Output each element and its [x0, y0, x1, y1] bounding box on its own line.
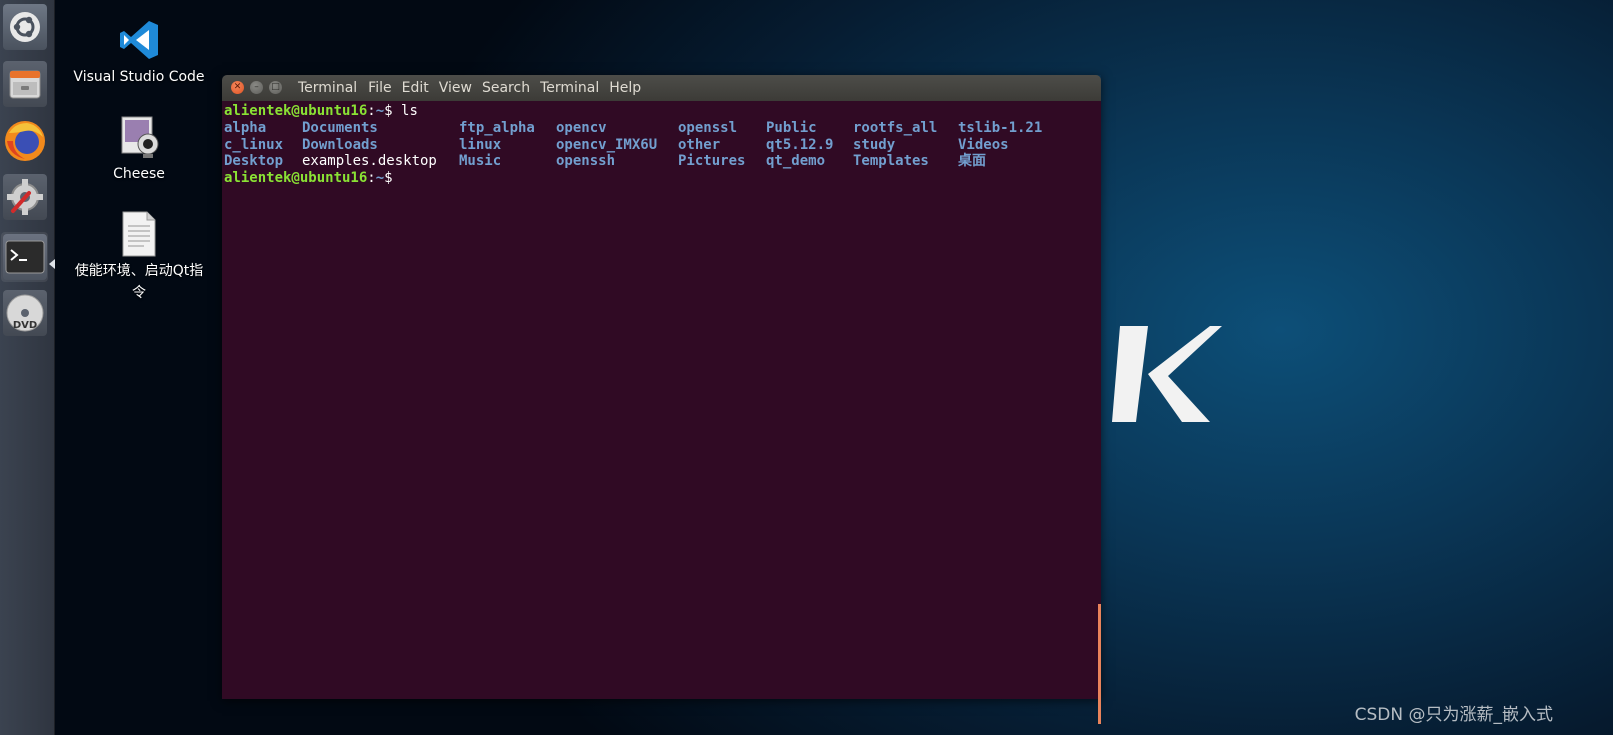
list-item: opencv_IMX6U	[556, 136, 658, 153]
prompt-path: ~	[375, 103, 385, 119]
list-item: Desktop	[224, 153, 284, 170]
command-line-2: alientek@ubuntu16:~$	[224, 170, 401, 187]
list-item: Documents	[302, 120, 378, 136]
menu-edit[interactable]: Edit	[402, 80, 429, 96]
menu-search[interactable]: Search	[482, 80, 530, 96]
unity-launcher: DVD	[0, 0, 55, 735]
terminal-window[interactable]: ✕ – □ Terminal File Edit View Search Ter…	[222, 75, 1101, 724]
prompt-separator: :	[367, 103, 376, 119]
desktop-icon-label: Visual Studio Code	[73, 69, 205, 85]
csdn-watermark: CSDN @只为涨薪_嵌入式	[1354, 705, 1553, 725]
prompt-dollar: $	[384, 169, 402, 186]
system-settings-icon	[2, 174, 47, 220]
files-icon	[2, 61, 47, 107]
launcher-item-terminal[interactable]	[1, 232, 48, 282]
terminal-icon	[2, 234, 47, 280]
menu-help[interactable]: Help	[609, 80, 641, 96]
prompt-separator: :	[367, 169, 376, 186]
list-item: Public	[766, 120, 817, 136]
cheese-webcam-icon	[115, 113, 163, 161]
command-line-1: alientek@ubuntu16:~$ ls	[224, 103, 418, 120]
list-item: rootfs_all	[853, 120, 938, 136]
firefox-icon	[3, 118, 47, 164]
maximize-button[interactable]: □	[269, 81, 282, 94]
list-item: Music	[459, 153, 502, 170]
menu-terminal[interactable]: Terminal	[540, 80, 599, 96]
launcher-item-dvd[interactable]: DVD	[1, 288, 48, 338]
desktop-icon-vscode[interactable]: Visual Studio Code	[69, 16, 209, 88]
menu-file[interactable]: File	[368, 80, 391, 96]
dvd-label: DVD	[12, 320, 36, 331]
list-item: study	[853, 136, 896, 153]
list-item: qt5.12.9	[766, 136, 834, 153]
list-item: Templates	[853, 153, 929, 170]
list-item: opencv	[556, 120, 607, 136]
vscode-icon	[115, 16, 163, 64]
terminal-output[interactable]: alientek@ubuntu16:~$ ls alpha c_linux De…	[222, 101, 1101, 724]
terminal-titlebar[interactable]: ✕ – □ Terminal File Edit View Search Ter…	[222, 75, 1101, 101]
close-icon: ✕	[233, 82, 242, 92]
active-app-indicator	[49, 259, 55, 269]
close-button[interactable]: ✕	[231, 81, 244, 94]
ubuntu-dash-icon	[2, 4, 47, 50]
list-item: Pictures	[678, 153, 746, 170]
launcher-item-dash[interactable]	[1, 2, 48, 52]
minimize-button[interactable]: –	[250, 81, 263, 94]
window-title: Terminal	[298, 80, 358, 96]
list-item: alpha	[224, 120, 267, 136]
desktop-icon-qt-script[interactable]: 使能环境、启动Qt指令	[69, 210, 209, 304]
list-item: openssl	[678, 120, 738, 136]
list-item: c_linux	[224, 136, 284, 153]
prompt-user: alientek@ubuntu16	[224, 103, 368, 119]
list-item: qt_demo	[766, 153, 826, 170]
prompt-dollar: $	[384, 103, 402, 119]
launcher-item-files[interactable]	[1, 59, 48, 109]
menu-bar: Terminal File Edit View Search Terminal …	[298, 75, 651, 101]
command-text: ls	[401, 103, 418, 119]
prompt-user: alientek@ubuntu16	[224, 169, 368, 186]
scrollbar[interactable]	[1098, 604, 1101, 724]
minimize-icon: –	[254, 82, 259, 92]
prompt-path: ~	[375, 169, 385, 186]
text-file-icon	[115, 210, 163, 258]
maximize-icon: □	[271, 82, 280, 92]
desktop-icon-label: Cheese	[113, 166, 165, 182]
list-item: other	[678, 136, 721, 153]
list-item: examples.desktop	[302, 153, 437, 170]
desktop-icon-cheese[interactable]: Cheese	[69, 113, 209, 185]
list-item: linux	[459, 136, 502, 153]
desktop-icon-label: 使能环境、启动Qt指令	[74, 263, 204, 301]
list-item: openssh	[556, 153, 616, 170]
list-item: 桌面	[958, 153, 986, 170]
launcher-item-settings[interactable]	[1, 172, 48, 222]
wallpaper-k-logo	[1112, 326, 1222, 422]
dvd-icon: DVD	[2, 290, 47, 336]
launcher-item-firefox[interactable]	[1, 116, 48, 166]
menu-view[interactable]: View	[439, 80, 472, 96]
list-item: tslib-1.21	[958, 120, 1043, 136]
list-item: ftp_alpha	[459, 120, 535, 136]
list-item: Downloads	[302, 136, 378, 153]
list-item: Videos	[958, 136, 1009, 153]
